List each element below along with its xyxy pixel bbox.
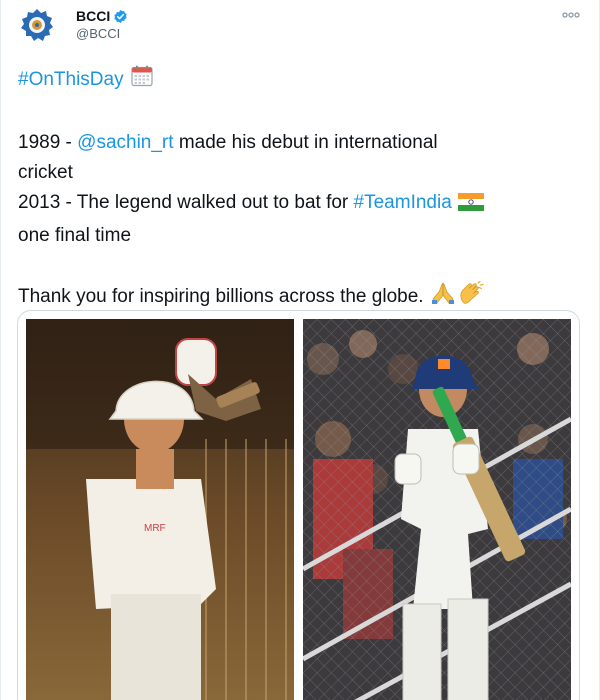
tweet-card[interactable]: BCCI @BCCI #OnThisDay 1989 - @sachin_rt …	[0, 0, 600, 700]
verified-badge-icon	[114, 9, 127, 23]
photo-young-batsman[interactable]: MRF	[26, 319, 294, 700]
calendar-emoji-icon	[130, 64, 154, 98]
hashtag-line: #OnThisDay	[18, 64, 579, 98]
display-name[interactable]: BCCI	[76, 8, 110, 24]
line-1989-prefix: 1989 -	[18, 132, 78, 153]
mention-sachin-link[interactable]: @sachin_rt	[77, 132, 173, 153]
photo-batsman-walking-out[interactable]	[303, 319, 571, 700]
paragraph-gap-2	[18, 251, 579, 281]
tweet-text: #OnThisDay 1989 - @sachin_rt made his de…	[18, 64, 579, 315]
bcci-logo-icon	[17, 5, 57, 45]
hashtag-teamindia-link[interactable]: #TeamIndia	[354, 192, 452, 213]
avatar[interactable]	[17, 5, 57, 45]
line-2013: 2013 - The legend walked out to bat for …	[18, 188, 579, 221]
line-final: one final time	[18, 225, 132, 246]
line-cricket: cricket	[18, 162, 73, 183]
media-gallery[interactable]: MRF	[17, 310, 580, 700]
thanks-text: Thank you for inspiring billions across …	[18, 286, 424, 307]
line-1989: 1989 - @sachin_rt made his debut in inte…	[18, 128, 579, 158]
hashtag-onthisday-link[interactable]: #OnThisDay	[18, 69, 124, 90]
line-1989-suffix: made his debut in international	[173, 132, 438, 153]
india-flag-emoji-icon	[457, 191, 484, 221]
tweet-header: BCCI @BCCI	[17, 5, 585, 45]
svg-text:MRF: MRF	[144, 523, 166, 534]
more-options-icon[interactable]	[561, 9, 581, 21]
user-handle[interactable]: @BCCI	[76, 26, 128, 41]
author-names: BCCI @BCCI	[76, 7, 128, 41]
line-2013-prefix: 2013 - The legend walked out to bat for	[18, 192, 354, 213]
